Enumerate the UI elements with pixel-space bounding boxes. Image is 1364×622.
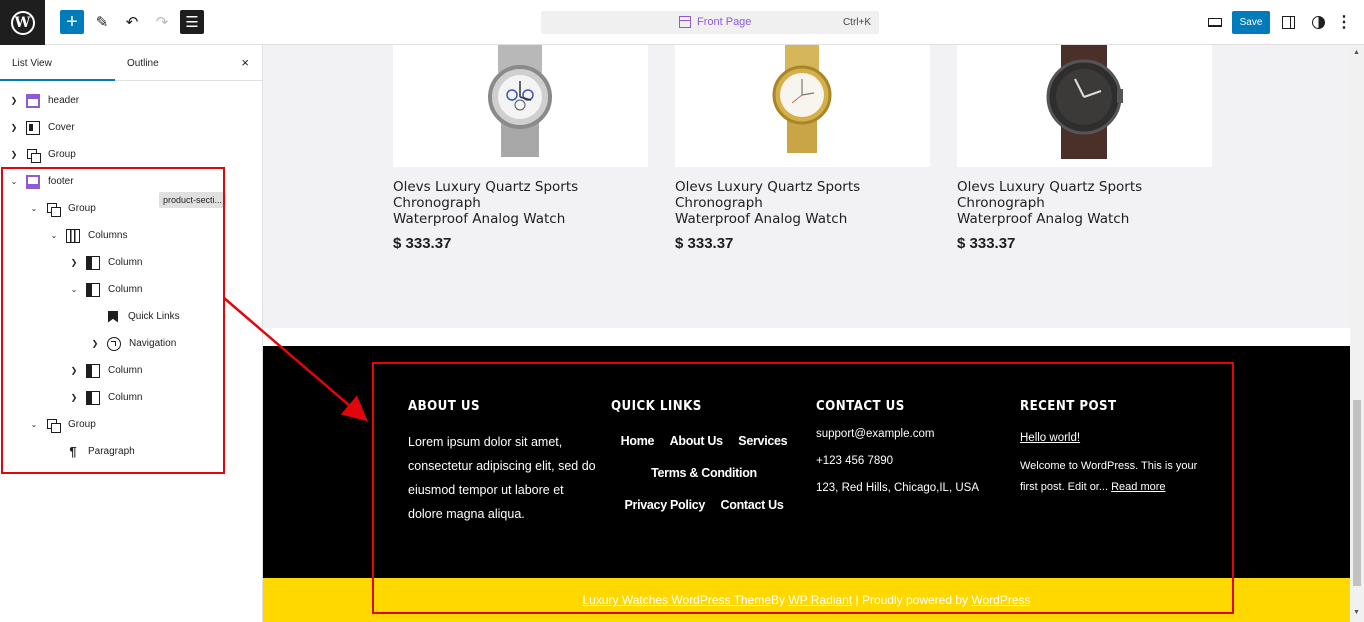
settings-toggle-button[interactable] [1280,10,1296,34]
sidebar-tabs: List View Outline × [0,45,263,81]
product-section: Olevs Luxury Quartz Sports Chronograph W… [263,45,1350,328]
list-item-group[interactable]: ❯ Group [8,141,76,168]
dark-watch-image [1046,45,1123,159]
product-price: $ 333.37 [675,235,734,252]
product-card[interactable]: Olevs Luxury Quartz Sports Chronograph W… [675,45,930,252]
product-name[interactable]: Olevs Luxury Quartz Sports Chronograph W… [675,179,930,227]
device-preview-button[interactable] [1205,10,1225,34]
product-card[interactable]: Olevs Luxury Quartz Sports Chronograph W… [393,45,648,252]
document-title: Front Page [697,16,752,28]
product-name[interactable]: Olevs Luxury Quartz Sports Chronograph W… [957,179,1212,227]
product-image[interactable] [393,45,648,167]
product-image[interactable] [675,45,930,167]
sidebar-icon [1281,15,1295,29]
product-name[interactable]: Olevs Luxury Quartz Sports Chronograph W… [393,179,648,227]
product-name-line: Olevs Luxury Quartz Sports [957,179,1143,195]
steel-watch-image [488,45,552,157]
add-block-button[interactable]: + [60,10,84,34]
highlight-box-footer-tree [1,167,225,474]
wordpress-logo-button[interactable]: W [0,0,45,45]
product-price: $ 333.37 [957,235,1016,252]
edit-tool-button[interactable]: ✎ [90,10,114,34]
scroll-up-arrow-icon[interactable]: ▲ [1353,49,1360,56]
product-image[interactable] [957,45,1212,167]
save-button[interactable]: Save [1232,11,1270,34]
list-item-cover[interactable]: ❯ Cover [8,114,75,141]
tab-list-view[interactable]: List View [0,45,115,81]
editor-top-bar: W + ✎ ↶ ↷ ☰ Front Page Ctrl+K Save ⋮ [0,0,1364,45]
options-menu-button[interactable]: ⋮ [1336,10,1352,34]
highlight-box-footer-canvas [372,362,1234,614]
template-part-header-icon [26,93,40,108]
tab-outline[interactable]: Outline [127,45,159,81]
command-center-bar[interactable]: Front Page Ctrl+K [541,11,879,34]
redo-button[interactable]: ↷ [150,10,174,34]
gold-watch-image [772,45,832,153]
close-icon[interactable]: × [241,55,249,70]
product-name-line: Olevs Luxury Quartz Sports [393,179,579,195]
product-name-line: Olevs Luxury Quartz Sports [675,179,861,195]
product-name-line: Chronograph [957,195,1045,211]
product-name-line: Waterproof Analog Watch [957,211,1130,227]
product-name-line: Chronograph [675,195,763,211]
list-view-toggle-button[interactable]: ☰ [180,10,204,34]
list-item-label: Group [48,149,76,160]
list-item-label: header [48,95,80,106]
product-name-line: Waterproof Analog Watch [393,211,566,227]
desktop-icon [1208,17,1222,27]
chevron-right-icon[interactable]: ❯ [8,96,20,105]
list-item-header[interactable]: ❯ header [8,87,79,114]
keyboard-shortcut: Ctrl+K [842,17,871,28]
layout-icon [679,16,691,28]
chevron-right-icon[interactable]: ❯ [8,150,20,159]
cover-icon [26,120,40,135]
contrast-icon [1311,15,1325,29]
styles-button[interactable] [1310,10,1326,34]
product-price: $ 333.37 [393,235,452,252]
group-icon [26,148,41,163]
product-name-line: Waterproof Analog Watch [675,211,848,227]
list-item-label: Cover [48,122,75,133]
wordpress-logo-icon: W [10,10,35,35]
product-card[interactable]: Olevs Luxury Quartz Sports Chronograph W… [957,45,1212,252]
canvas-scrollbar[interactable]: ▲ ▼ [1350,45,1364,622]
undo-button[interactable]: ↶ [120,10,144,34]
scroll-down-arrow-icon[interactable]: ▼ [1353,609,1360,616]
product-name-line: Chronograph [393,195,481,211]
chevron-right-icon[interactable]: ❯ [8,123,20,132]
scroll-thumb[interactable] [1353,400,1361,586]
